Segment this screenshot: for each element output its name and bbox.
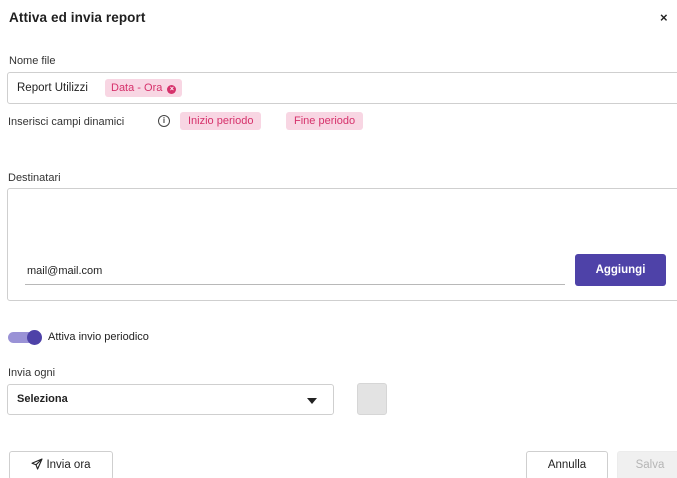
- toggle-knob: [27, 330, 42, 345]
- chip-start-period[interactable]: Inizio periodo: [180, 112, 262, 130]
- frequency-select[interactable]: Seleziona: [7, 384, 334, 415]
- disabled-field: [357, 383, 387, 415]
- info-icon[interactable]: i: [158, 115, 170, 127]
- send-icon: [31, 454, 43, 478]
- recipients-label: Destinatari: [8, 172, 61, 184]
- caret-down-icon: [307, 398, 317, 404]
- token-label: Data - Ora: [111, 82, 163, 94]
- send-now-label: Invia ora: [46, 459, 91, 471]
- remove-token-icon[interactable]: ×: [167, 85, 177, 94]
- dynamic-fields-label: Inserisci campi dinamici: [8, 116, 125, 128]
- file-name-label: Nome file: [9, 55, 56, 67]
- frequency-selected: Seleziona: [17, 393, 68, 405]
- chip-end-period[interactable]: Fine periodo: [286, 112, 364, 130]
- add-button[interactable]: Aggiungi: [575, 254, 666, 286]
- periodic-toggle-label: Attiva invio periodico: [48, 331, 149, 343]
- dialog-title: Attiva ed invia report: [9, 10, 146, 25]
- token-date-time[interactable]: Data - Ora ×: [105, 79, 183, 97]
- save-button[interactable]: Salva: [617, 451, 677, 478]
- email-input[interactable]: [25, 258, 565, 285]
- file-name-text: Report Utilizzi: [17, 82, 88, 94]
- frequency-label: Invia ogni: [8, 367, 56, 379]
- cancel-button[interactable]: Annulla: [526, 451, 608, 478]
- periodic-toggle[interactable]: [8, 330, 42, 345]
- send-now-button[interactable]: Invia ora: [9, 451, 113, 478]
- close-icon[interactable]: ×: [660, 11, 668, 25]
